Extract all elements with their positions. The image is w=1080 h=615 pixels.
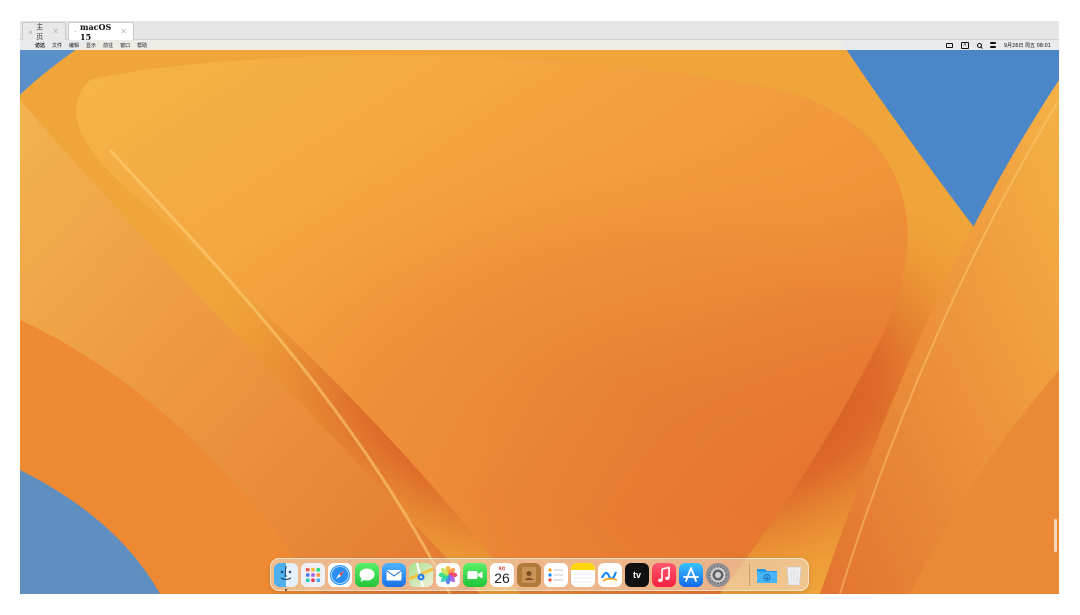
home-icon bbox=[29, 30, 33, 33]
menu-file[interactable]: 文件 bbox=[52, 42, 62, 49]
launchpad-icon bbox=[306, 568, 320, 582]
dock-separator bbox=[749, 564, 750, 586]
menu-clock[interactable]: 9月26日 周五 08:01 bbox=[1004, 42, 1051, 49]
freeform-icon bbox=[601, 571, 618, 582]
tab-bar: 主页 ✕ macOS 15 ✕ bbox=[20, 21, 1059, 42]
dock-mail[interactable] bbox=[382, 563, 406, 587]
menu-go[interactable]: 前往 bbox=[103, 42, 113, 49]
tab-home[interactable]: 主页 ✕ bbox=[22, 22, 66, 41]
menu-bar: 访达 文件 编辑 显示 前往 窗口 帮助 A 9月26日 周五 08:01 bbox=[20, 40, 1059, 50]
dock-app-store[interactable] bbox=[679, 563, 703, 587]
safari-icon bbox=[330, 565, 350, 585]
dock-freeform[interactable] bbox=[598, 563, 622, 587]
screen-mirroring-icon[interactable] bbox=[945, 42, 953, 48]
menu-view[interactable]: 显示 bbox=[86, 42, 96, 49]
dock: 9月 26 tv bbox=[270, 558, 809, 591]
dock-safari[interactable] bbox=[328, 563, 352, 587]
tab-home-label: 主页 bbox=[36, 22, 44, 41]
contacts-icon bbox=[522, 567, 536, 583]
dock-messages[interactable] bbox=[355, 563, 379, 587]
wallpaper bbox=[20, 40, 1059, 594]
gear-icon bbox=[709, 566, 727, 584]
menu-edit[interactable]: 编辑 bbox=[69, 42, 79, 49]
macos-desktop[interactable]: 访达 文件 编辑 显示 前往 窗口 帮助 A 9月26日 周五 08:01 9月… bbox=[20, 40, 1059, 594]
dock-downloads[interactable] bbox=[755, 563, 779, 587]
notes-icon bbox=[571, 563, 595, 583]
dock-maps[interactable] bbox=[409, 563, 433, 587]
dock-music[interactable] bbox=[652, 563, 676, 587]
dock-reminders[interactable] bbox=[544, 563, 568, 587]
dock-trash[interactable] bbox=[782, 563, 806, 587]
dock-facetime[interactable] bbox=[463, 563, 487, 587]
mail-icon bbox=[386, 570, 402, 581]
finder-running-indicator bbox=[285, 589, 287, 591]
calendar-icon: 26 bbox=[494, 569, 510, 586]
close-tab-home-icon[interactable]: ✕ bbox=[52, 27, 59, 36]
dock-notes[interactable] bbox=[571, 563, 595, 587]
vm-icon bbox=[75, 30, 77, 33]
app-store-icon bbox=[683, 567, 699, 582]
input-source-icon[interactable]: A bbox=[960, 41, 969, 49]
tab-macos-label: macOS 15 bbox=[80, 21, 112, 42]
vm-window: 主页 ✕ macOS 15 ✕ 访达 文件 编辑 显示 前往 窗口 帮助 A 9… bbox=[20, 21, 1059, 594]
facetime-icon bbox=[467, 571, 483, 579]
dock-launchpad[interactable] bbox=[301, 563, 325, 587]
finder-icon bbox=[280, 565, 292, 581]
dock-contacts[interactable] bbox=[517, 563, 541, 587]
messages-icon bbox=[359, 568, 375, 582]
dock-photos[interactable] bbox=[436, 563, 460, 587]
photos-icon bbox=[438, 565, 458, 585]
trash-icon bbox=[786, 566, 802, 586]
menu-app-name[interactable]: 访达 bbox=[35, 42, 45, 49]
downloads-folder-icon bbox=[757, 569, 777, 583]
dock-calendar[interactable]: 9月 26 bbox=[490, 563, 514, 587]
control-center-icon[interactable] bbox=[989, 42, 996, 48]
spotlight-search-icon[interactable] bbox=[976, 42, 982, 48]
maps-icon bbox=[409, 563, 433, 587]
menu-window[interactable]: 窗口 bbox=[120, 42, 130, 49]
music-icon bbox=[658, 566, 670, 582]
dock-system-settings[interactable] bbox=[706, 563, 730, 587]
close-tab-macos-icon[interactable]: ✕ bbox=[120, 27, 127, 36]
menu-help[interactable]: 帮助 bbox=[137, 42, 147, 49]
reminders-icon bbox=[548, 568, 563, 582]
dock-finder[interactable] bbox=[274, 563, 298, 587]
scroll-handle[interactable] bbox=[1054, 519, 1057, 552]
tab-macos[interactable]: macOS 15 ✕ bbox=[68, 21, 134, 42]
tv-icon: tv bbox=[632, 570, 641, 580]
dock-tv[interactable]: tv bbox=[625, 563, 649, 587]
